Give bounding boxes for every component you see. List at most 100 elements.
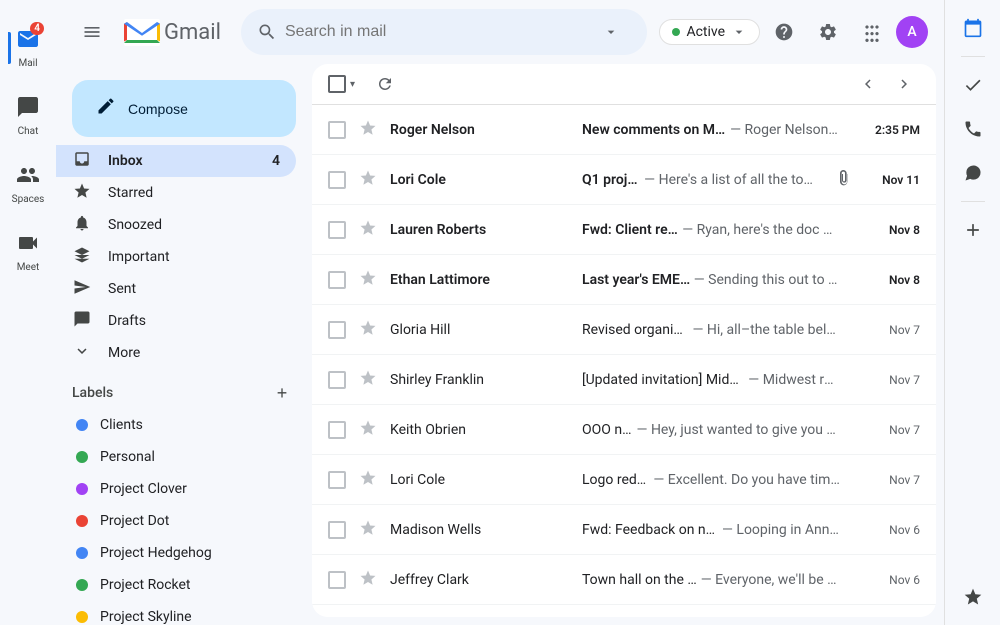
chevron-right-icon bbox=[895, 75, 913, 93]
email-list-toolbar: ▾ bbox=[312, 64, 936, 105]
email-row[interactable]: Roger Nelson Two pics from the conferenc… bbox=[312, 605, 936, 617]
row-checkbox-1[interactable] bbox=[328, 171, 346, 189]
select-all-checkbox[interactable]: ▾ bbox=[328, 75, 357, 93]
row-star-7[interactable] bbox=[358, 469, 378, 491]
main-area: Gmail Active bbox=[56, 0, 944, 625]
email-row[interactable]: Lauren Roberts Fwd: Client resources for… bbox=[312, 205, 936, 255]
row-checkbox-0[interactable] bbox=[328, 121, 346, 139]
avatar[interactable]: A bbox=[896, 16, 928, 48]
row-content-0: New comments on MCR draft presentation —… bbox=[582, 122, 840, 138]
refresh-button[interactable] bbox=[369, 68, 401, 100]
sidebar-item-chat[interactable]: Chat bbox=[8, 84, 48, 148]
right-sidebar-tasks[interactable] bbox=[953, 65, 993, 105]
label-color-dot bbox=[76, 483, 88, 495]
row-star-1[interactable] bbox=[358, 169, 378, 191]
compose-pencil-icon bbox=[96, 96, 116, 121]
email-row[interactable]: Gloria Hill Revised organic search numbe… bbox=[312, 305, 936, 355]
nav-item-snoozed[interactable]: Snoozed bbox=[56, 209, 296, 241]
nav-item-sent[interactable]: Sent bbox=[56, 273, 296, 305]
row-star-2[interactable] bbox=[358, 219, 378, 241]
row-checkbox-8[interactable] bbox=[328, 521, 346, 539]
compose-button[interactable]: Compose bbox=[72, 80, 296, 137]
right-sidebar-divider bbox=[961, 56, 985, 57]
row-snippet-1: — Here's a list of all the top challenge… bbox=[641, 172, 816, 188]
right-sidebar-keep[interactable] bbox=[953, 153, 993, 193]
labels-add-button[interactable]: + bbox=[268, 379, 296, 407]
row-sender-2: Lauren Roberts bbox=[390, 222, 570, 238]
checkbox-dropdown[interactable]: ▾ bbox=[348, 77, 357, 92]
active-dot bbox=[672, 28, 680, 36]
email-row[interactable]: Keith Obrien OOO next week — Hey, just w… bbox=[312, 405, 936, 455]
next-page-button[interactable] bbox=[888, 68, 920, 100]
email-row[interactable]: Madison Wells Fwd: Feedback on new signu… bbox=[312, 505, 936, 555]
active-status-badge[interactable]: Active bbox=[659, 19, 760, 45]
row-subject-3: Last year's EMEA strategy deck bbox=[582, 272, 690, 288]
row-content-1: Q1 project wrap-up — Here's a list of al… bbox=[582, 172, 816, 188]
help-button[interactable] bbox=[764, 12, 804, 52]
tasks-icon bbox=[963, 75, 983, 95]
nav-item-drafts[interactable]: Drafts bbox=[56, 305, 296, 337]
nav-item-starred[interactable]: Starred bbox=[56, 177, 296, 209]
row-checkbox-5[interactable] bbox=[328, 371, 346, 389]
apps-icon bbox=[862, 22, 882, 42]
row-snippet-3: — Sending this out to anyone who missed… bbox=[690, 272, 840, 288]
email-row[interactable]: Shirley Franklin [Updated invitation] Mi… bbox=[312, 355, 936, 405]
row-snippet-0: — Roger Nelson said what abou… bbox=[727, 122, 840, 138]
label-item-project-clover[interactable]: Project Clover bbox=[72, 473, 280, 505]
keep-icon bbox=[963, 163, 983, 183]
row-checkbox-6[interactable] bbox=[328, 421, 346, 439]
sidebar-item-mail[interactable]: 4 Mail bbox=[8, 16, 48, 80]
label-item-project-rocket[interactable]: Project Rocket bbox=[72, 569, 280, 601]
right-sidebar-contacts[interactable] bbox=[953, 109, 993, 149]
attachment-icon bbox=[836, 170, 852, 190]
nav-item-more[interactable]: More bbox=[56, 337, 296, 369]
label-color-dot bbox=[76, 611, 88, 623]
checkbox-outer[interactable] bbox=[328, 75, 346, 93]
label-color-dot bbox=[76, 419, 88, 431]
row-subject-6: OOO next week bbox=[582, 422, 633, 438]
row-subject-2: Fwd: Client resources for Q3 bbox=[582, 222, 679, 238]
label-text-personal: Personal bbox=[100, 449, 155, 465]
row-checkbox-9[interactable] bbox=[328, 571, 346, 589]
settings-icon bbox=[818, 22, 838, 42]
row-checkbox-4[interactable] bbox=[328, 321, 346, 339]
apps-button[interactable] bbox=[852, 12, 892, 52]
row-star-3[interactable] bbox=[358, 269, 378, 291]
label-item-clients[interactable]: Clients bbox=[72, 409, 280, 441]
row-star-9[interactable] bbox=[358, 569, 378, 591]
email-row[interactable]: Ethan Lattimore Last year's EMEA strateg… bbox=[312, 255, 936, 305]
right-sidebar-star[interactable] bbox=[953, 577, 993, 617]
right-sidebar-plus[interactable] bbox=[953, 210, 993, 250]
label-item-personal[interactable]: Personal bbox=[72, 441, 280, 473]
sent-icon bbox=[72, 278, 92, 300]
email-row[interactable]: Jeffrey Clark Town hall on the upcoming … bbox=[312, 555, 936, 605]
left-mini-nav: 4 Mail Chat Spaces bbox=[0, 0, 56, 625]
nav-item-important[interactable]: Important bbox=[56, 241, 296, 273]
row-star-8[interactable] bbox=[358, 519, 378, 541]
row-star-5[interactable] bbox=[358, 369, 378, 391]
row-checkbox-2[interactable] bbox=[328, 221, 346, 239]
email-row[interactable]: Roger Nelson New comments on MCR draft p… bbox=[312, 105, 936, 155]
nav-item-inbox[interactable]: Inbox 4 bbox=[56, 145, 296, 177]
hamburger-button[interactable] bbox=[72, 12, 112, 52]
row-star-4[interactable] bbox=[358, 319, 378, 341]
row-checkbox-7[interactable] bbox=[328, 471, 346, 489]
settings-button[interactable] bbox=[808, 12, 848, 52]
row-meta-3: Nov 8 bbox=[860, 273, 920, 287]
row-star-6[interactable] bbox=[358, 419, 378, 441]
label-item-project-hedgehog[interactable]: Project Hedgehog bbox=[72, 537, 280, 569]
label-item-project-skyline[interactable]: Project Skyline bbox=[72, 601, 280, 625]
right-sidebar-calendar[interactable] bbox=[953, 8, 993, 48]
row-meta-0: 2:35 PM bbox=[860, 123, 920, 137]
sidebar-item-spaces[interactable]: Spaces bbox=[8, 152, 48, 216]
row-checkbox-3[interactable] bbox=[328, 271, 346, 289]
search-dropdown-button[interactable] bbox=[591, 12, 631, 52]
email-row[interactable]: Lori Cole Q1 project wrap-up — Here's a … bbox=[312, 155, 936, 205]
row-star-0[interactable] bbox=[358, 119, 378, 141]
search-input[interactable] bbox=[285, 23, 583, 41]
sidebar-item-meet[interactable]: Meet bbox=[8, 220, 48, 284]
email-row[interactable]: Lori Cole Logo redesign ideas — Excellen… bbox=[312, 455, 936, 505]
more-label: More bbox=[108, 345, 280, 361]
label-item-project-dot[interactable]: Project Dot bbox=[72, 505, 280, 537]
prev-page-button[interactable] bbox=[852, 68, 884, 100]
